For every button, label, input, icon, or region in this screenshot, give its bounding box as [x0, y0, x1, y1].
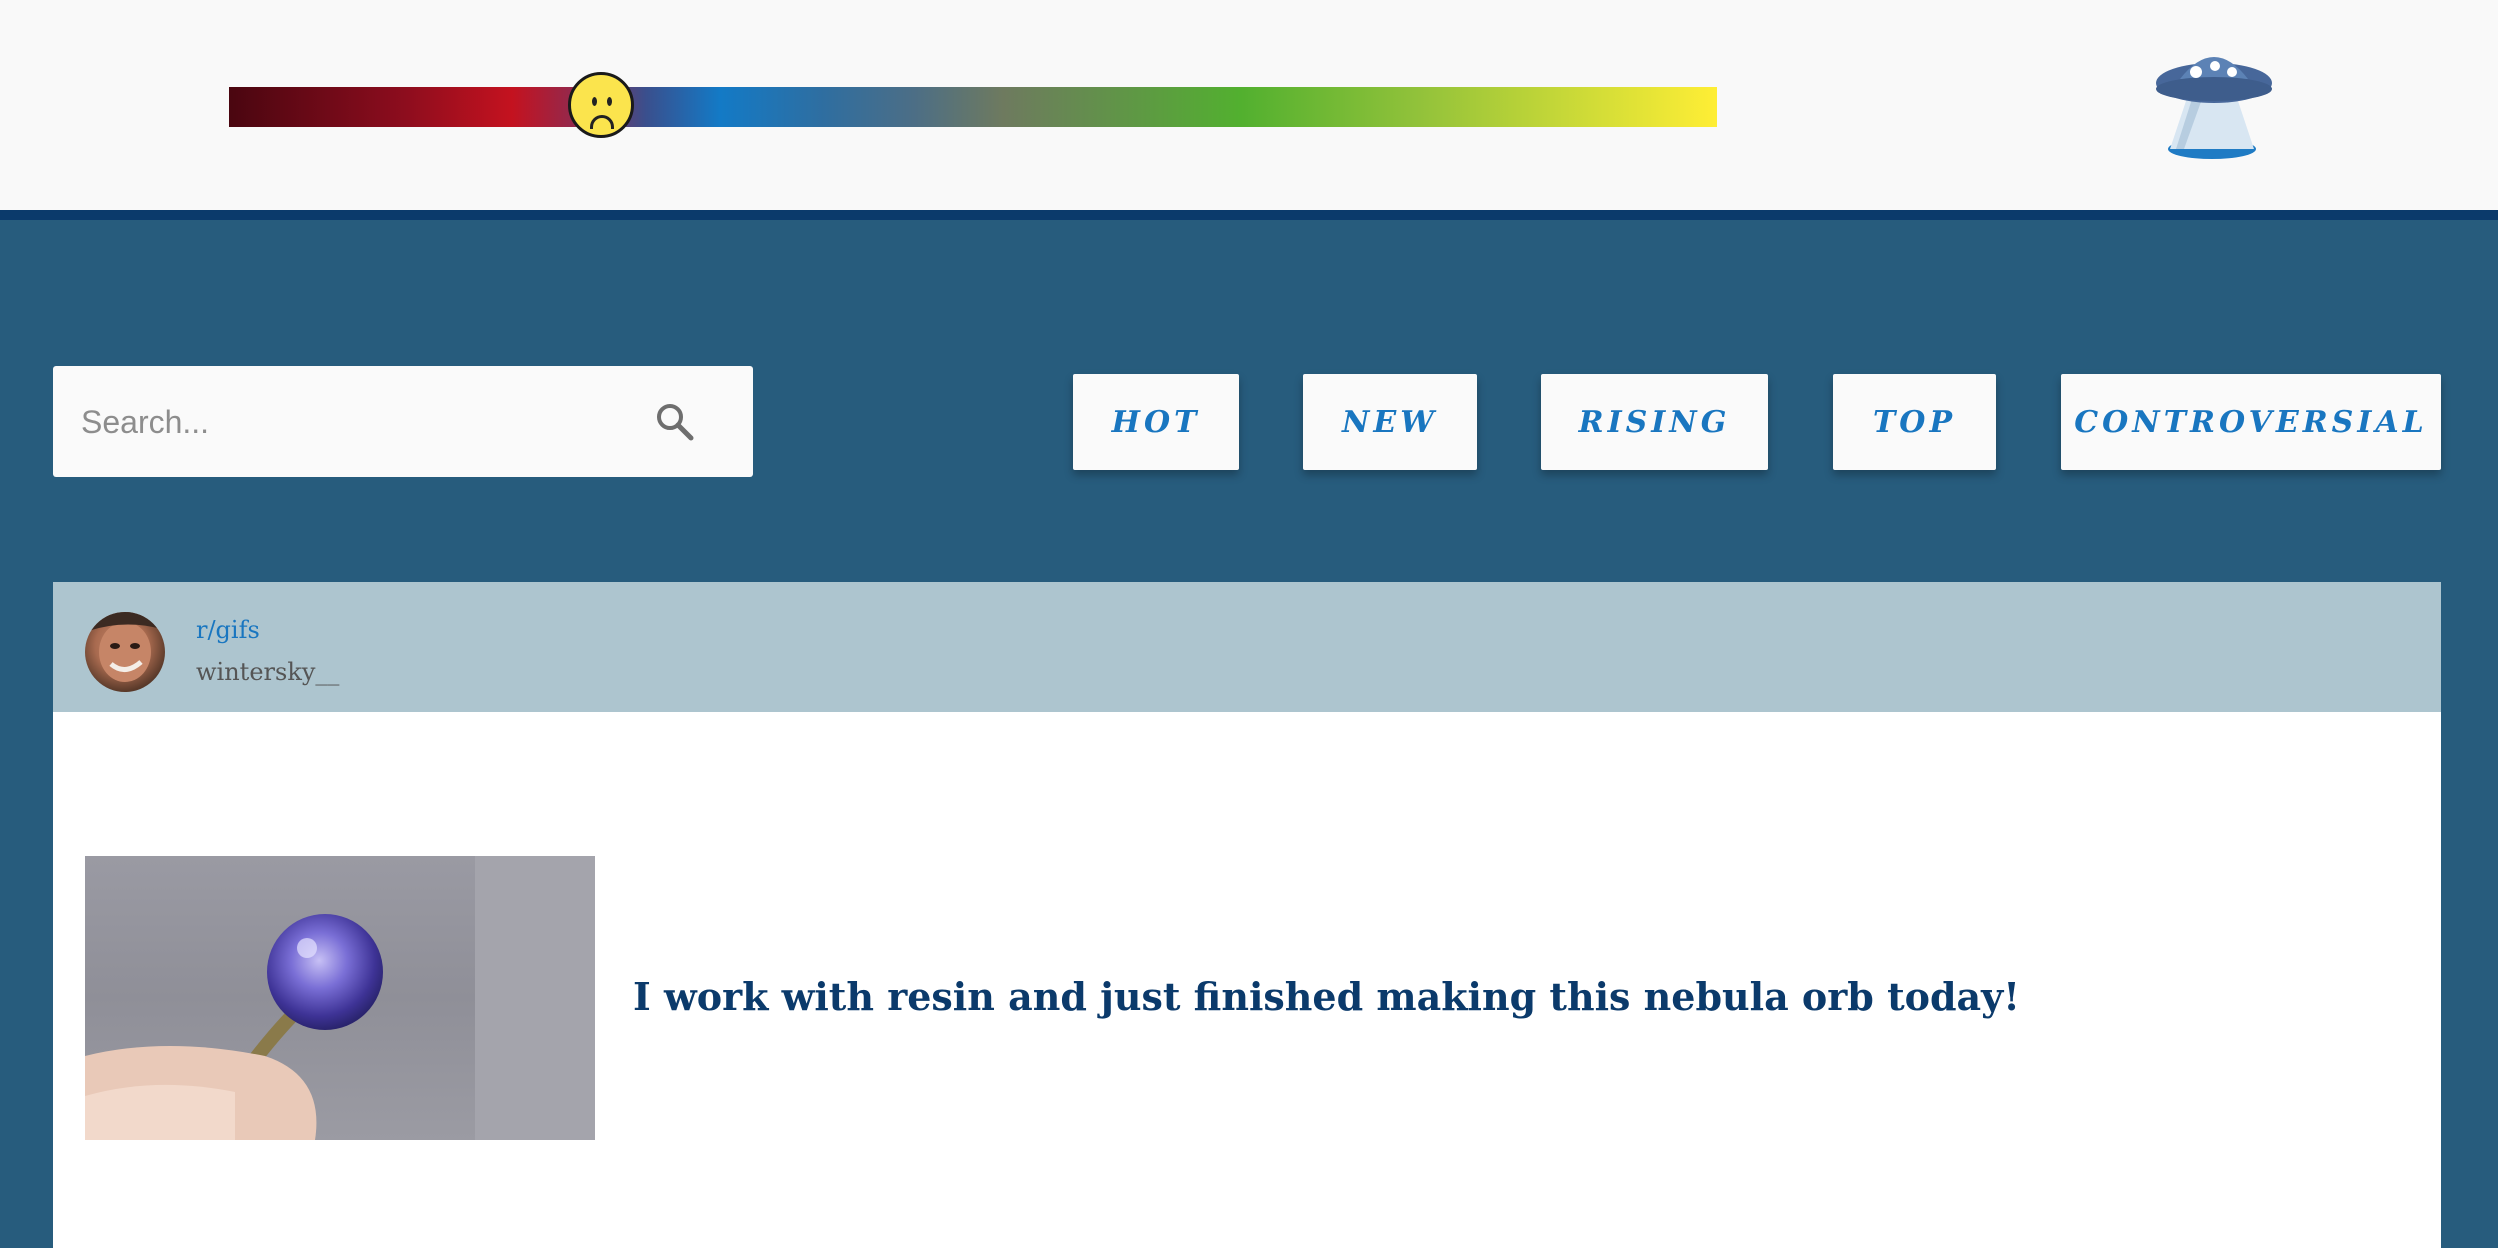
search-box[interactable] — [53, 366, 753, 477]
avatar[interactable] — [85, 612, 165, 692]
subreddit-link[interactable]: r/gifs — [196, 616, 260, 644]
post-title[interactable]: I work with resin and just finished maki… — [633, 974, 2020, 1019]
post-thumbnail[interactable] — [85, 856, 595, 1140]
ufo-icon[interactable] — [2150, 45, 2278, 165]
sad-face-icon[interactable] — [568, 72, 634, 138]
author-name[interactable]: wintersky__ — [196, 658, 339, 686]
sort-hot-button[interactable]: HOT — [1073, 374, 1239, 470]
search-icon[interactable] — [653, 400, 697, 444]
sort-controversial-button[interactable]: CONTROVERSIAL — [2061, 374, 2441, 470]
mood-slider-track[interactable] — [229, 87, 1717, 127]
post-card[interactable]: r/gifs wintersky__ I work with resin and… — [53, 582, 2441, 1248]
sort-top-button[interactable]: TOP — [1833, 374, 1996, 470]
sort-new-button[interactable]: NEW — [1303, 374, 1477, 470]
top-header — [0, 0, 2498, 220]
mood-slider[interactable] — [229, 72, 1717, 138]
search-input[interactable] — [81, 394, 641, 450]
post-header: r/gifs wintersky__ — [53, 582, 2441, 712]
sort-rising-button[interactable]: RISING — [1541, 374, 1768, 470]
